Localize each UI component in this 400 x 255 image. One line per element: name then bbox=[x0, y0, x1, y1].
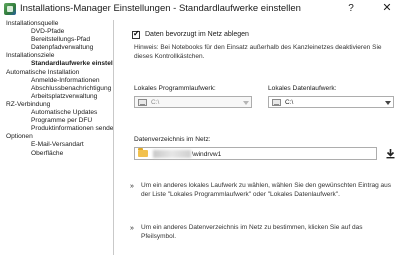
window-title: Installations-Manager Einstellungen - St… bbox=[20, 3, 301, 14]
info-arrow-icon: » bbox=[130, 183, 134, 190]
dir-info-row: » Um ein anderes Datenverzeichnis im Net… bbox=[130, 224, 396, 241]
close-button[interactable]: ✕ bbox=[380, 1, 394, 16]
browse-arrow-button[interactable] bbox=[385, 148, 396, 159]
app-icon bbox=[4, 3, 16, 15]
network-dir-label: Datenverzeichnis im Netz: bbox=[134, 136, 211, 143]
nav-item[interactable]: Datenpfadverwaltung bbox=[4, 44, 113, 52]
drive-icon bbox=[138, 99, 147, 106]
nav-group-header[interactable]: Installationsquelle bbox=[4, 20, 113, 28]
folder-icon bbox=[138, 148, 148, 157]
drive-info-text: Um ein anderes lokales Laufwerk zu wähle… bbox=[141, 182, 392, 198]
nav-item[interactable]: Bereitstellungs-Pfad bbox=[4, 36, 113, 44]
network-dir-value: \windrvw1 bbox=[192, 151, 222, 158]
chevron-down-icon bbox=[243, 101, 249, 105]
notebook-hint: Hinweis: Bei Notebooks für den Einsatz a… bbox=[134, 44, 382, 60]
data-drive-label: Lokales Datenlaufwerk: bbox=[268, 85, 337, 92]
nav-group-header[interactable]: Optionen bbox=[4, 133, 113, 141]
nav-item[interactable]: Oberfläche bbox=[4, 150, 113, 158]
nav-item[interactable]: Arbeitsplatzverwaltung bbox=[4, 93, 113, 101]
nav-item[interactable]: Automatische Updates bbox=[4, 109, 113, 117]
data-drive-dropdown[interactable]: C:\ bbox=[268, 96, 394, 108]
nav-item[interactable]: DVD-Pfade bbox=[4, 28, 113, 36]
nav-group-header[interactable]: Installationsziele bbox=[4, 52, 113, 60]
chevron-down-icon bbox=[385, 101, 391, 105]
nav-item[interactable]: Abschlussbenachrichtigung bbox=[4, 85, 113, 93]
drive-info-row: » Um ein anderes lokales Laufwerk zu wäh… bbox=[130, 182, 396, 199]
nav-item[interactable]: E-Mail-Versandart bbox=[4, 141, 113, 149]
program-drive-label: Lokales Programmlaufwerk: bbox=[134, 85, 216, 92]
drive-icon bbox=[272, 99, 281, 106]
program-drive-dropdown[interactable]: C:\ bbox=[134, 96, 252, 108]
redacted-server-name bbox=[153, 150, 191, 158]
network-storage-label: Daten bevorzugt im Netz ablegen bbox=[145, 31, 249, 38]
nav-item[interactable]: Anmelde-Informationen bbox=[4, 77, 113, 85]
program-drive-value: C:\ bbox=[151, 99, 160, 106]
settings-nav-tree: Installationsquelle DVD-Pfade Bereitstellu… bbox=[4, 20, 114, 255]
nav-item[interactable]: Standardlaufwerke einstell bbox=[4, 60, 113, 68]
network-storage-checkbox[interactable] bbox=[132, 29, 140, 39]
network-checkbox-row[interactable]: Daten bevorzugt im Netz ablegen bbox=[132, 29, 249, 40]
title-bar: Installations-Manager Einstellungen - St… bbox=[0, 0, 400, 18]
nav-group-header[interactable]: Automatische Installation bbox=[4, 69, 113, 77]
settings-panel: Daten bevorzugt im Netz ablegen Hinweis:… bbox=[116, 20, 400, 255]
dir-info-text: Um ein anderes Datenverzeichnis im Netz … bbox=[141, 224, 363, 240]
help-button[interactable]: ? bbox=[344, 1, 358, 16]
download-arrow-icon bbox=[386, 149, 395, 159]
info-arrow-icon: » bbox=[130, 225, 134, 232]
nav-item[interactable]: Produktinformationen senden bbox=[4, 125, 113, 133]
nav-item[interactable]: Programme per DFÜ bbox=[4, 117, 113, 125]
nav-group-header[interactable]: RZ-Verbindung bbox=[4, 101, 113, 109]
network-dir-field[interactable]: \windrvw1 bbox=[134, 147, 377, 160]
data-drive-value: C:\ bbox=[285, 99, 294, 106]
